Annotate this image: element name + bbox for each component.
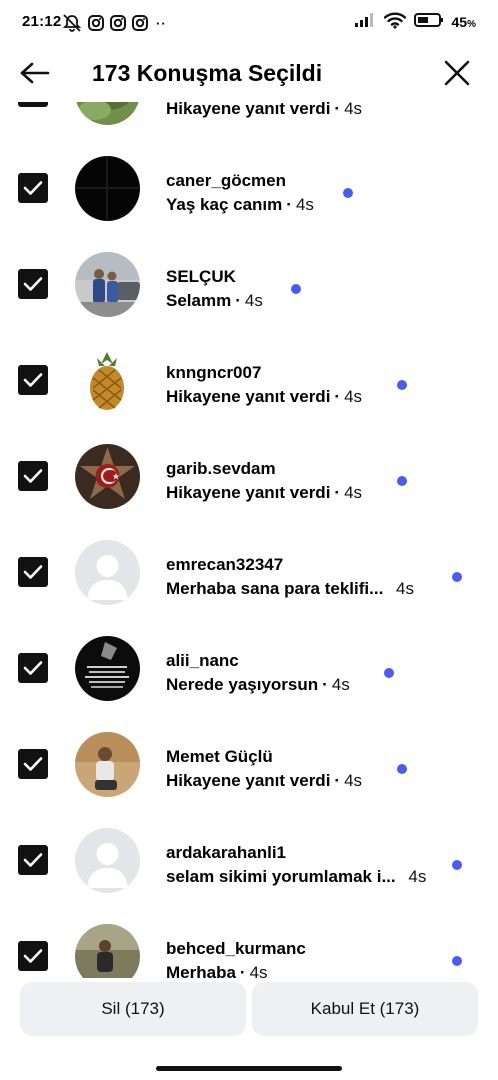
avatar (75, 444, 140, 509)
conversation-username: Memet Güçlü (166, 747, 273, 766)
conversation-username: garib.sevdam (166, 459, 276, 478)
message-preview: selam sikimi yorumlamak i... 4s (166, 867, 427, 886)
conversation-row[interactable]: behced_kurmanc Merhaba · 4s (0, 908, 498, 978)
avatar (75, 252, 140, 317)
selection-header: 173 Konuşma Seçildi (0, 46, 498, 102)
message-preview: Hikayene yanıt verdi · 4s (166, 483, 363, 502)
checkmark-icon (23, 277, 43, 291)
unread-indicator (452, 860, 462, 870)
checkmark-icon (23, 565, 43, 579)
selection-checkbox[interactable] (18, 173, 48, 203)
selection-checkbox[interactable] (18, 749, 48, 779)
conversation-row[interactable]: ardakarahanli1 selam sikimi yorumlamak i… (0, 812, 498, 908)
conversation-list[interactable]: Hikayene yanıt verdi · 4s caner_göcmen Yaş… (0, 102, 498, 978)
unread-indicator (343, 188, 353, 198)
message-preview: Merhaba sana para teklifi... 4s (166, 579, 415, 598)
unread-indicator (397, 476, 407, 486)
avatar (75, 348, 140, 413)
selection-checkbox[interactable] (18, 461, 48, 491)
conversation-row[interactable]: alii_nanc Nerede yaşıyorsun · 4s (0, 620, 498, 716)
checkmark-icon (23, 757, 43, 771)
page-title: 173 Konuşma Seçildi (92, 60, 323, 86)
conversation-username: behced_kurmanc (166, 939, 306, 958)
selection-checkbox[interactable] (18, 365, 48, 395)
unread-indicator (397, 380, 407, 390)
cellular-signal-icon (354, 12, 376, 33)
selection-checkbox[interactable] (18, 102, 48, 107)
message-preview: Hikayene yanıt verdi · 4s (166, 102, 363, 118)
conversation-row[interactable]: Hikayene yanıt verdi · 4s (0, 102, 498, 140)
message-preview: Merhaba · 4s (166, 963, 268, 978)
more-notifications-dots: ·· (156, 15, 167, 31)
conversation-username: emrecan32347 (166, 555, 284, 574)
conversation-username: caner_göcmen (166, 171, 286, 190)
avatar (75, 732, 140, 797)
wifi-icon (383, 11, 406, 34)
unread-indicator (452, 572, 462, 582)
battery-percentage: 45% (451, 14, 476, 30)
selection-checkbox[interactable] (18, 653, 48, 683)
default-avatar-icon (75, 540, 140, 605)
accept-button[interactable]: Kabul Et (173) (252, 982, 478, 1036)
selection-checkbox[interactable] (18, 557, 48, 587)
message-preview: Hikayene yanıt verdi · 4s (166, 387, 363, 406)
back-arrow-icon (20, 62, 50, 84)
message-preview: Selamm · 4s (166, 291, 263, 310)
avatar (75, 156, 140, 221)
instagram-icon (88, 15, 104, 31)
conversation-username: SELÇUK (166, 267, 236, 286)
checkmark-icon (23, 469, 43, 483)
conversation-row[interactable]: SELÇUK Selamm · 4s (0, 236, 498, 332)
conversation-row[interactable]: caner_göcmen Yaş kaç canım · 4s (0, 140, 498, 236)
home-indicator[interactable] (156, 1066, 342, 1071)
close-icon (444, 60, 470, 86)
message-preview: Yaş kaç canım · 4s (166, 195, 314, 214)
status-bar: 21:12 ·· 45% (0, 0, 498, 46)
checkmark-icon (23, 853, 43, 867)
checkmark-icon (23, 661, 43, 675)
status-notification-icons: ·· (62, 13, 167, 33)
default-avatar-icon (75, 828, 140, 893)
checkmark-icon (23, 373, 43, 387)
selection-checkbox[interactable] (18, 269, 48, 299)
conversation-username: alii_nanc (166, 651, 239, 670)
muted-bell-icon (62, 14, 82, 32)
bulk-action-bar: Sil (173) Kabul Et (173) (0, 978, 498, 1080)
avatar (75, 102, 140, 125)
conversation-username: ardakarahanli1 (166, 843, 287, 862)
avatar (75, 636, 140, 701)
battery-icon (413, 12, 444, 33)
message-preview: Hikayene yanıt verdi · 4s (166, 771, 363, 790)
instagram-icon (132, 15, 148, 31)
conversation-username: knngncr007 (166, 363, 262, 382)
selection-checkbox[interactable] (18, 941, 48, 971)
back-button[interactable] (18, 58, 52, 88)
checkmark-icon (23, 181, 43, 195)
selection-checkbox[interactable] (18, 845, 48, 875)
unread-indicator (291, 284, 301, 294)
delete-button[interactable]: Sil (173) (20, 982, 246, 1036)
unread-indicator (452, 956, 462, 966)
close-button[interactable] (442, 58, 472, 88)
avatar (75, 924, 140, 978)
conversation-row[interactable]: Memet Güçlü Hikayene yanıt verdi · 4s (0, 716, 498, 812)
conversation-row[interactable]: knngncr007 Hikayene yanıt verdi · 4s (0, 332, 498, 428)
status-time: 21:12 (22, 13, 62, 30)
checkmark-icon (23, 949, 43, 963)
unread-indicator (397, 764, 407, 774)
conversation-row[interactable]: emrecan32347 Merhaba sana para teklifi..… (0, 524, 498, 620)
message-preview: Nerede yaşıyorsun · 4s (166, 675, 350, 694)
conversation-row[interactable]: garib.sevdam Hikayene yanıt verdi · 4s (0, 428, 498, 524)
status-right-icons: 45% (354, 12, 476, 32)
unread-indicator (384, 668, 394, 678)
instagram-icon (110, 15, 126, 31)
